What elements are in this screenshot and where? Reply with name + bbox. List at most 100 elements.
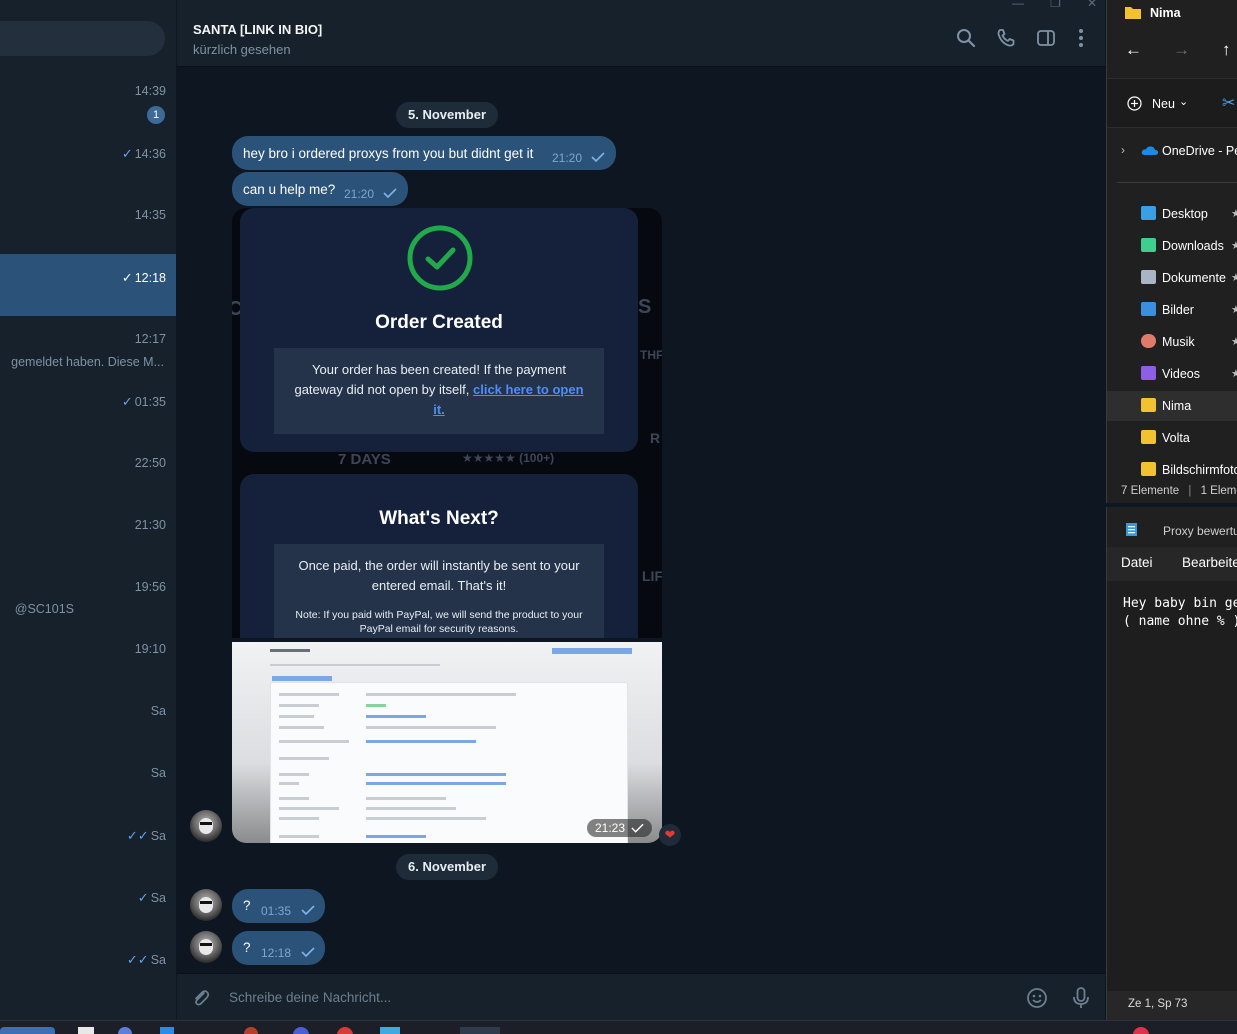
chat-title[interactable]: SANTA [LINK IN BIO] xyxy=(193,22,322,37)
paypal-note: Note: If you paid with PayPal, we will s… xyxy=(295,609,583,635)
message-bubble[interactable]: ? 12:18 xyxy=(232,931,325,965)
message-input[interactable]: Schreibe deine Nachricht... xyxy=(229,990,391,1005)
notepad-text-area[interactable]: Hey baby bin ge ( name ohne % ) xyxy=(1107,581,1237,991)
close-icon[interactable]: ✕ xyxy=(1087,0,1097,10)
back-arrow-icon[interactable]: ← xyxy=(1125,40,1142,60)
music-icon xyxy=(1141,334,1156,348)
chevron-right-icon[interactable]: › xyxy=(1121,143,1125,157)
pin-icon[interactable]: ★ xyxy=(1231,239,1237,252)
microphone-icon[interactable] xyxy=(1071,986,1091,1010)
nav-item-dokumente[interactable]: Dokumente ★ xyxy=(1107,263,1237,293)
nav-item-desktop[interactable]: Desktop ★ xyxy=(1107,199,1237,229)
nav-item-onedrive[interactable]: › OneDrive - Per xyxy=(1107,136,1237,166)
check-icon: ✓ xyxy=(137,890,149,905)
chat-list-item[interactable]: ✓✓ Sa xyxy=(0,812,176,874)
pin-icon[interactable]: ★ xyxy=(1231,303,1237,316)
taskbar-app-icon[interactable] xyxy=(293,1027,309,1034)
nav-item-musik[interactable]: Musik ★ xyxy=(1107,327,1237,357)
transaction-details-sheet xyxy=(270,682,628,843)
message-bubble[interactable]: ? 01:35 xyxy=(232,889,325,923)
taskbar-app-icon[interactable] xyxy=(337,1027,353,1034)
notepad-icon xyxy=(1126,523,1137,536)
avatar[interactable] xyxy=(190,810,222,842)
pin-icon[interactable]: ★ xyxy=(1231,271,1237,284)
taskbar-app-icon[interactable] xyxy=(244,1027,258,1034)
chat-preview: @SC101S xyxy=(14,602,74,616)
window-controls: — ❐ ✕ xyxy=(1012,0,1097,10)
new-button[interactable]: Neu xyxy=(1152,97,1175,111)
plus-circle-icon[interactable] xyxy=(1127,96,1142,111)
taskbar-app-icon[interactable] xyxy=(160,1027,174,1034)
notification-badge[interactable] xyxy=(1133,1027,1149,1034)
chat-time: ✓✓ Sa xyxy=(126,828,166,843)
whats-next-card: What's Next? Once paid, the order will i… xyxy=(240,474,638,638)
chat-list-item[interactable]: 22:50 xyxy=(0,440,176,502)
phone-icon[interactable] xyxy=(995,27,1017,49)
chat-time: ✓ 14:36 xyxy=(121,146,166,161)
maximize-icon[interactable]: ❐ xyxy=(1050,0,1061,10)
nav-item-bilder[interactable]: Bilder ★ xyxy=(1107,295,1237,325)
chat-list-item[interactable]: 19:56 @SC101S xyxy=(0,564,176,626)
notepad-status-bar: Ze 1, Sp 73 xyxy=(1107,991,1237,1020)
taskbar-app-icon[interactable] xyxy=(118,1027,132,1034)
minimize-icon[interactable]: — xyxy=(1012,0,1024,10)
forward-arrow-icon[interactable]: → xyxy=(1173,40,1190,60)
message-bubble[interactable]: hey bro i ordered proxys from you but di… xyxy=(232,136,616,170)
scissors-icon[interactable]: ✂ xyxy=(1222,93,1235,113)
chat-time: ✓ 01:35 xyxy=(121,394,166,409)
chat-list-item[interactable]: 14:35 xyxy=(0,192,176,254)
taskbar-app-icon[interactable] xyxy=(78,1027,94,1034)
chat-list-item[interactable]: Sa xyxy=(0,688,176,750)
menu-edit[interactable]: Bearbeite xyxy=(1182,555,1237,570)
message-bubble[interactable]: can u help me? 21:20 xyxy=(232,172,408,206)
more-menu-icon[interactable] xyxy=(1070,27,1092,49)
chat-list-item[interactable]: ✓ 01:35 xyxy=(0,378,176,440)
menu-file[interactable]: Datei xyxy=(1121,555,1153,570)
explorer-command-bar: Neu ⌄ ✂ xyxy=(1107,78,1237,128)
chat-list-item[interactable]: ✓✓ Sa xyxy=(0,936,176,998)
attach-icon[interactable] xyxy=(191,988,211,1008)
chevron-down-icon[interactable]: ⌄ xyxy=(1179,95,1188,108)
pin-icon[interactable]: ★ xyxy=(1231,207,1237,220)
up-arrow-icon[interactable]: ↑ xyxy=(1222,40,1231,60)
chat-list-item[interactable]: 14:39 1 xyxy=(0,68,176,130)
chat-search-input[interactable] xyxy=(0,21,165,56)
sidebar-toggle-icon[interactable] xyxy=(1035,27,1057,49)
pin-icon[interactable]: ★ xyxy=(1231,335,1237,348)
background-text: R xyxy=(650,430,661,446)
chat-list-item[interactable]: ✓ 14:36 xyxy=(0,130,176,192)
chat-list-item[interactable]: 21:30 xyxy=(0,502,176,564)
chat-list-item[interactable]: 12:17 gemeldet haben. Diese M... xyxy=(0,316,176,378)
transaction-screenshot-image[interactable] xyxy=(232,642,662,843)
folder-icon xyxy=(1141,462,1156,476)
chat-time: ✓ Sa xyxy=(137,890,166,905)
chat-list-item[interactable]: ✓ 12:18 xyxy=(0,254,176,316)
message-text: ? xyxy=(243,940,251,955)
emoji-icon[interactable] xyxy=(1026,987,1048,1009)
nav-item-downloads[interactable]: Downloads ★ xyxy=(1107,231,1237,261)
nav-item-volta[interactable]: Volta xyxy=(1107,423,1237,453)
avatar[interactable] xyxy=(190,889,222,921)
taskbar-app-icon[interactable] xyxy=(380,1027,400,1034)
chat-list-item[interactable]: Sa xyxy=(0,750,176,812)
order-created-card: Order Created Your order has been create… xyxy=(240,208,638,452)
chat-time: 12:17 xyxy=(134,332,166,346)
chat-list-item[interactable]: 19:10 xyxy=(0,626,176,688)
nav-item-nima[interactable]: Nima xyxy=(1107,391,1237,421)
order-screenshot-image[interactable]: C S THF R 7 DAYS ★★★★★ (100+) LIF Order … xyxy=(232,208,662,638)
taskbar-app-icon[interactable] xyxy=(460,1027,500,1034)
search-icon[interactable] xyxy=(955,27,977,49)
pin-icon[interactable]: ★ xyxy=(1231,367,1237,380)
chat-time: ✓ 12:18 xyxy=(121,270,166,285)
chat-list-panel: 14:39 1 ✓ 14:36 14:35 ✓ 12:18 12:17 gemeldet hab… xyxy=(0,0,176,1020)
check-icon: ✓ xyxy=(121,146,133,161)
chat-list-item[interactable]: ✓ Sa xyxy=(0,874,176,936)
nav-item-videos[interactable]: Videos ★ xyxy=(1107,359,1237,389)
download-icon xyxy=(1141,238,1156,252)
start-icon[interactable] xyxy=(0,1027,55,1034)
order-created-title: Order Created xyxy=(375,312,503,333)
heart-reaction-icon[interactable]: ❤ xyxy=(659,824,681,846)
chat-header: SANTA [LINK IN BIO] kürzlich gesehen xyxy=(177,0,1105,67)
avatar[interactable] xyxy=(190,931,222,963)
nav-item-bildschirmfoto[interactable]: Bildschirmfoto xyxy=(1107,455,1237,485)
